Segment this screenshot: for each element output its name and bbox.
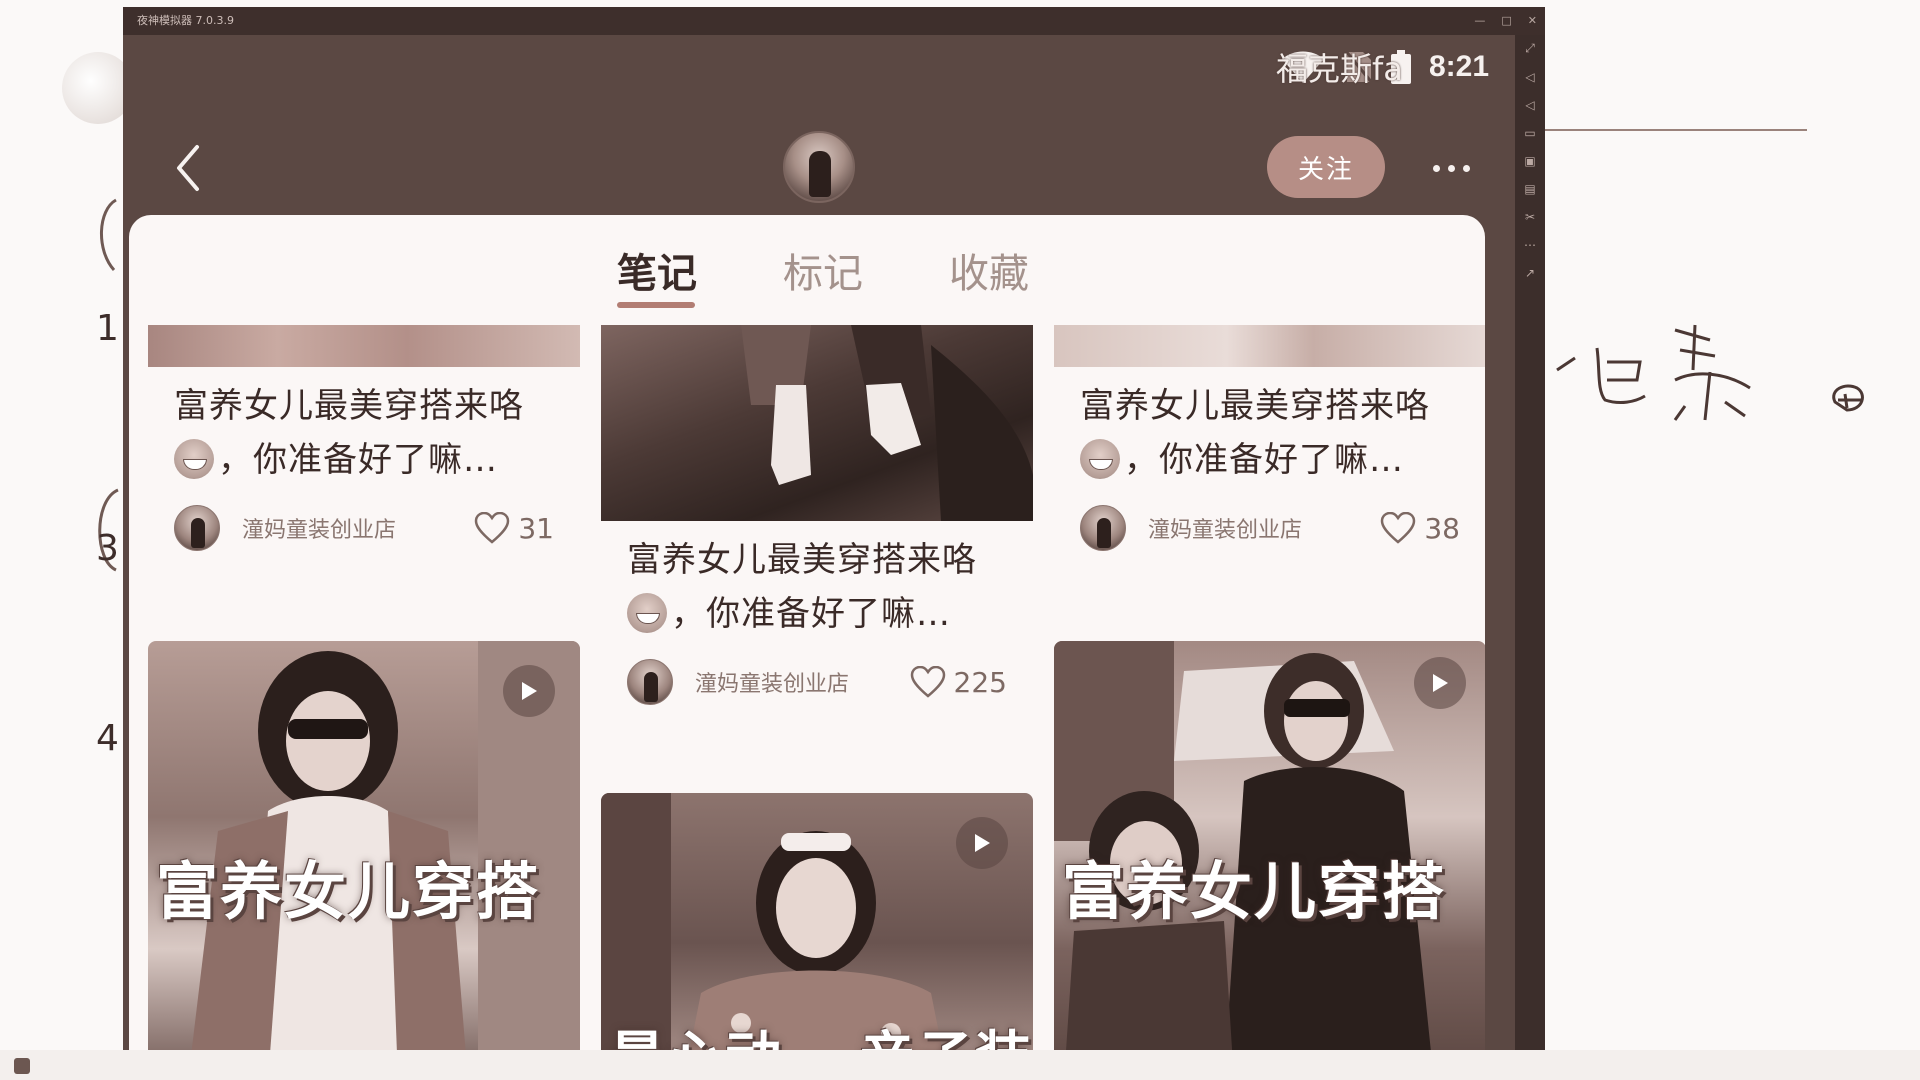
note-title-line: ，你准备好了嘛… [218,440,498,480]
fullscreen-icon[interactable]: ⤢ [1525,41,1535,56]
note-footer: 潼妈童装创业店 225 [601,641,1033,711]
heart-icon [910,666,945,698]
heart-icon [1381,512,1416,544]
play-icon [956,817,1008,869]
note-cover-image [601,325,1033,521]
video-caption: 最心动 [609,1013,783,1050]
video-caption: 富养女儿穿搭 [1062,855,1447,928]
like-button[interactable]: 225 [910,666,1007,699]
play-icon [503,665,555,717]
tab-marks[interactable]: 标记 [783,241,863,299]
more-tools-icon[interactable]: ⋯ [1524,238,1536,252]
clock: 8:21 [1428,50,1489,83]
note-footer: 潼妈童装创业店 38 [1054,487,1485,557]
scissors-icon[interactable]: ✂ [1525,210,1535,224]
close-button[interactable]: ✕ [1528,7,1537,35]
note-card[interactable]: 富养女儿最美穿搭来咯 ，你准备好了嘛… 潼妈童装创业店 38 [1054,325,1485,557]
video-caption: 亲子装 [859,1013,1033,1050]
note-title: 富养女儿最美穿搭来咯 ，你准备好了嘛… [148,367,580,487]
back-button[interactable] [163,143,213,193]
app-icon[interactable] [14,1058,30,1074]
author-name[interactable]: 潼妈童装创业店 [695,666,910,698]
grin-emoji-icon [174,439,214,479]
video-card[interactable]: 富养女儿穿搭 [1054,641,1485,1050]
svg-text:1: 1 [96,308,119,349]
note-footer: 潼妈童装创业店 31 [148,487,580,557]
note-title-line: 富养女儿最美穿搭来咯 [1080,386,1430,426]
note-title: 富养女儿最美穿搭来咯 ，你准备好了嘛… [601,521,1033,641]
bottom-strip [0,1050,1920,1080]
video-cover-image: 最心动 亲子装 [601,793,1033,1050]
dot-icon [1462,164,1470,172]
author-name[interactable]: 潼妈童装创业店 [1148,512,1380,544]
profile-avatar[interactable] [783,131,855,203]
svg-text:4: 4 [96,718,119,759]
note-title-line: 富养女儿最美穿搭来咯 [627,540,977,580]
like-count: 31 [518,511,554,545]
boots-photo [741,325,1033,521]
whiteboard-left-marks: 1 3 4 [96,198,119,759]
grin-emoji-icon [1080,439,1120,479]
emulator-toolbar: ⤢ ◁ ◁ ▭ ▣ ▤ ✂ ⋯ ↗ [1515,35,1545,1050]
follow-button[interactable]: 关注 [1267,136,1385,198]
screen-icon[interactable]: ▭ [1524,126,1535,140]
note-card[interactable]: 富养女儿最美穿搭来咯 ，你准备好了嘛… 潼妈童装创业店 31 [148,325,580,557]
apk-install-icon[interactable]: ▣ [1524,154,1535,168]
external-link-icon[interactable]: ↗ [1525,266,1535,280]
like-button[interactable]: 38 [1380,512,1460,545]
play-icon [1414,657,1466,709]
video-card[interactable]: 最心动 亲子装 [601,793,1033,1050]
like-count: 38 [1424,511,1460,545]
more-options-button[interactable] [1421,143,1481,193]
video-caption: 富养女儿穿搭 [156,855,541,928]
like-count: 225 [953,665,1007,699]
emulator-title: 夜神模拟器 7.0.3.9 [137,14,234,27]
video-cover-image: 富养女儿穿搭 [148,641,580,1050]
emulator-window: 夜神模拟器 7.0.3.9 — □ ✕ ⤢ ◁ ◁ ▭ ▣ ▤ ✂ ⋯ ↗ 8:… [123,7,1545,1050]
content-sheet: 笔记 标记 收藏 富养女儿最美穿搭来咯 ，你准备好了嘛… 潼妈童装创业店 31 … [129,215,1485,1050]
author-name[interactable]: 潼妈童装创业店 [242,512,474,544]
profile-tabs: 笔记 标记 收藏 [129,215,1485,315]
note-cover-image [148,325,580,367]
volume-down-icon[interactable]: ◁ [1525,98,1534,112]
heart-icon [475,512,510,544]
whiteboard-line [1545,129,1807,131]
tab-notes[interactable]: 笔记 [617,241,697,299]
note-title-line: ，你准备好了嘛… [1124,440,1404,480]
author-avatar[interactable] [174,505,220,551]
shared-folder-icon[interactable]: ▤ [1524,182,1535,196]
maximize-button[interactable]: □ [1501,7,1511,35]
author-avatar[interactable] [1080,505,1126,551]
note-title-line: 富养女儿最美穿搭来咯 [174,386,524,426]
volume-up-icon[interactable]: ◁ [1525,70,1534,84]
svg-text:3: 3 [96,528,119,569]
emulator-titlebar: 夜神模拟器 7.0.3.9 — □ ✕ [123,7,1545,35]
note-cover-image [1054,325,1485,367]
overlay-username: 福克斯fa [1276,50,1403,88]
video-card[interactable]: 富养女儿穿搭 [148,641,580,1050]
android-screen: 8:21 关注 笔记 标记 收藏 富养女儿最美穿搭来咯 ，你准备好了嘛… 潼妈童… [123,35,1515,1050]
profile-header: 关注 [123,115,1515,215]
tab-underline [617,302,695,308]
like-button[interactable]: 31 [474,512,554,545]
dot-icon [1447,164,1455,172]
minimize-button[interactable]: — [1474,7,1485,35]
whiteboard-handwriting [1556,324,1864,421]
window-controls: — □ ✕ [1474,7,1537,35]
author-avatar[interactable] [627,659,673,705]
note-card[interactable]: 富养女儿最美穿搭来咯 ，你准备好了嘛… 潼妈童装创业店 225 [601,325,1033,711]
dot-icon [1432,164,1440,172]
chevron-left-icon [177,145,199,191]
grin-emoji-icon [627,593,667,633]
tab-favorites[interactable]: 收藏 [949,241,1029,299]
video-cover-image: 富养女儿穿搭 [1054,641,1485,1050]
note-title: 富养女儿最美穿搭来咯 ，你准备好了嘛… [1054,367,1485,487]
note-title-line: ，你准备好了嘛… [671,594,951,634]
